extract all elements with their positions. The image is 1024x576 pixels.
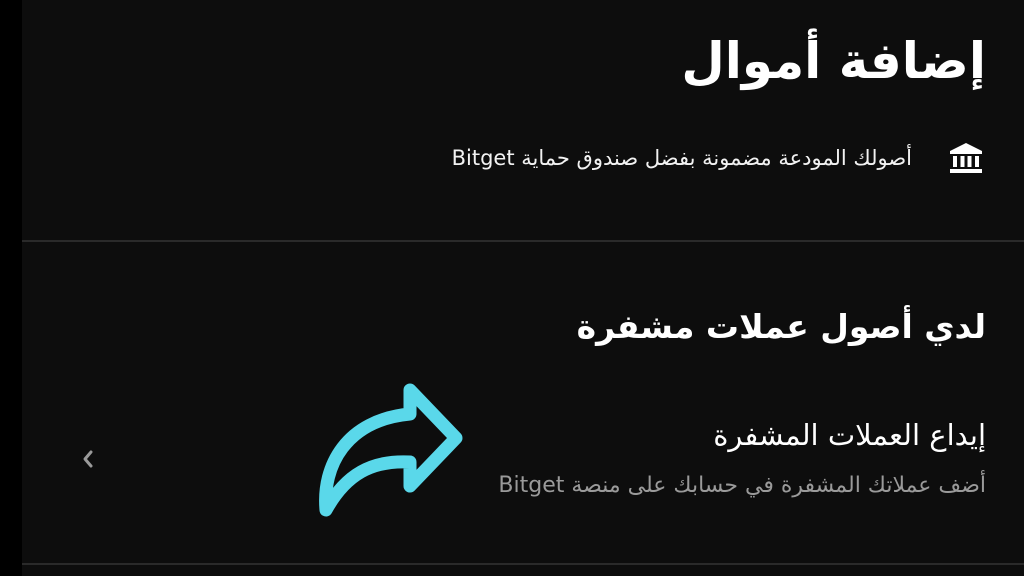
divider: [22, 240, 1024, 242]
protection-info: أصولك المودعة مضمونة بفضل صندوق حماية Bi…: [452, 138, 986, 178]
bank-icon: [946, 138, 986, 178]
deposit-crypto-subtitle: أضف عملاتك المشفرة في حسابك على منصة Bit…: [498, 473, 986, 498]
page-title: إضافة أموال: [681, 32, 986, 90]
divider: [22, 563, 1024, 565]
deposit-crypto-item[interactable]: إيداع العملات المشفرة أضف عملاتك المشفرة…: [22, 400, 1024, 520]
section-heading: لدي أصول عملات مشفرة: [576, 307, 986, 346]
chevron-left-icon: [76, 444, 100, 474]
deposit-crypto-title: إيداع العملات المشفرة: [713, 418, 986, 452]
share-arrow-icon: [310, 380, 470, 520]
protection-info-text: أصولك المودعة مضمونة بفضل صندوق حماية Bi…: [451, 146, 912, 170]
